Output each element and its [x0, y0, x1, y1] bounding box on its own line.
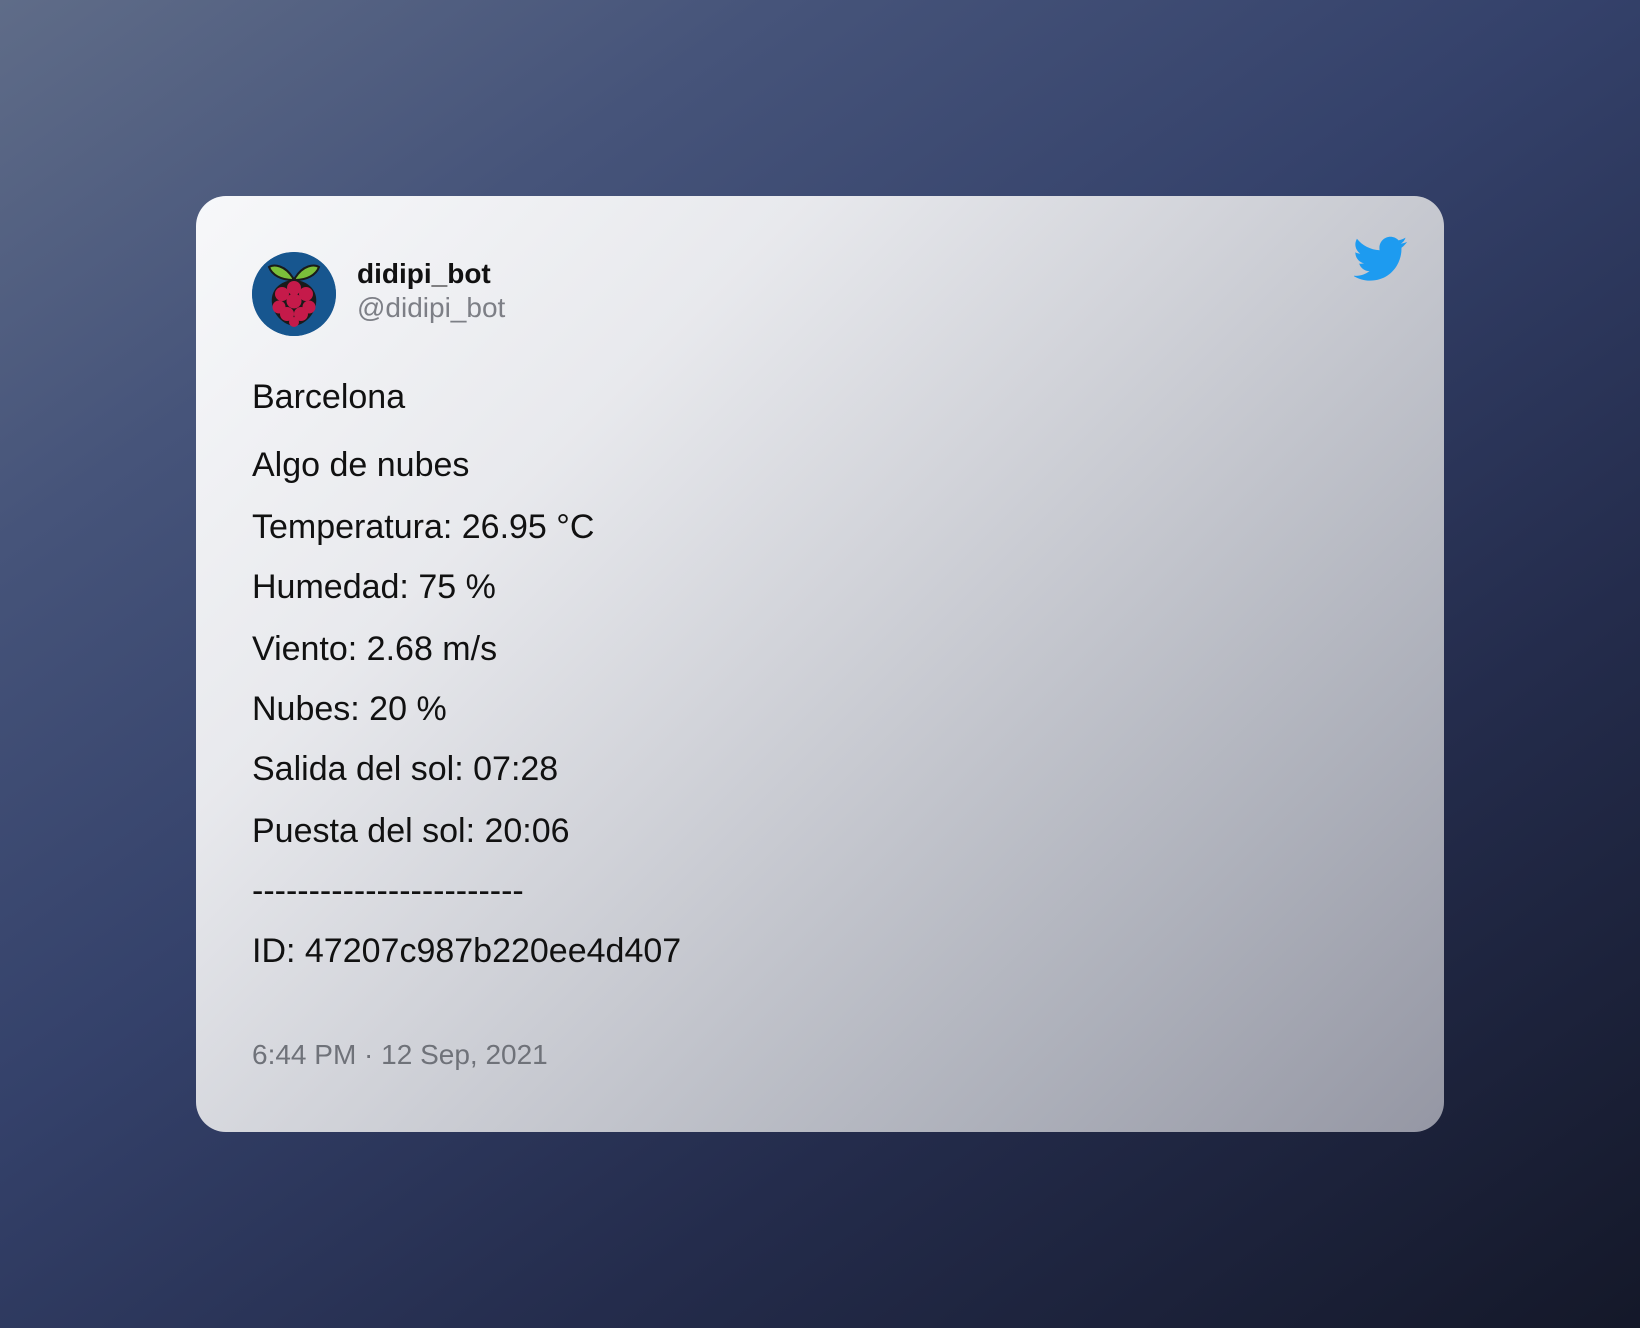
tweet-line-humidity: Humedad: 75 % — [252, 568, 496, 606]
tweet-line-id: ID: 47207c987b220ee4d407 — [252, 932, 682, 970]
tweet-line-clouds: Nubes: 20 % — [252, 690, 447, 728]
tweet-timestamp[interactable]: 6:44 PM · 12 Sep, 2021 — [252, 1038, 548, 1072]
tweet-line-city: Barcelona — [252, 378, 406, 416]
author-display-name[interactable]: didipi_bot — [357, 258, 491, 290]
tweet-line-temperature: Temperatura: 26.95 °C — [252, 508, 595, 546]
twitter-bird-icon[interactable] — [1354, 236, 1408, 282]
raspberry-pi-logo-icon — [252, 252, 336, 336]
author-handle[interactable]: @didipi_bot — [357, 292, 505, 324]
tweet-line-condition: Algo de nubes — [252, 446, 470, 484]
tweet-card: didipi_bot @didipi_bot Barcelona Algo de… — [196, 196, 1444, 1132]
tweet-line-sunset: Puesta del sol: 20:06 — [252, 812, 570, 850]
tweet-line-divider: ------------------------ — [252, 872, 524, 910]
avatar[interactable] — [252, 252, 336, 336]
tweet-line-sunrise: Salida del sol: 07:28 — [252, 750, 559, 788]
tweet-line-wind: Viento: 2.68 m/s — [252, 630, 498, 668]
